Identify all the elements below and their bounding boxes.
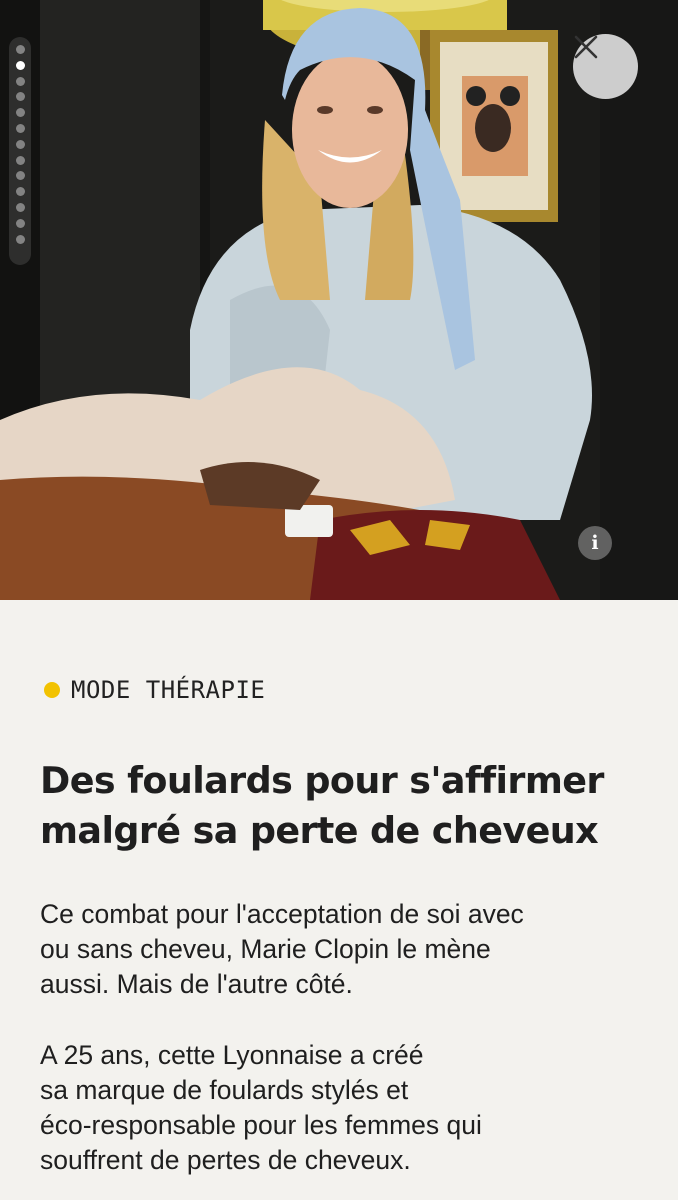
close-icon (574, 35, 598, 59)
paragraph-line: ou sans cheveu, Marie Clopin le mène (40, 934, 491, 964)
category-label: MODE THÉRAPIE (71, 676, 266, 704)
story-photo: i (0, 0, 678, 600)
paragraph-line: éco-responsable pour les femmes qui (40, 1110, 482, 1140)
category-dot (44, 682, 60, 698)
category-tag: MODE THÉRAPIE (40, 676, 265, 704)
story-progress-dot[interactable] (15, 45, 25, 54)
paragraph-line: sa marque de foulards stylés et (40, 1075, 409, 1105)
story-progress-dot[interactable] (15, 92, 25, 102)
story-progress-dot[interactable] (15, 155, 25, 165)
paragraph-line: aussi. Mais de l'autre côté. (40, 969, 353, 999)
story-progress-dot[interactable] (15, 139, 25, 149)
info-icon: i (591, 532, 599, 554)
headline-line: malgré sa perte de cheveux (40, 809, 599, 852)
paragraph-line: Ce combat pour l'acceptation de soi avec (40, 899, 524, 929)
photo-illustration (0, 0, 678, 600)
story-progress-dot[interactable] (15, 218, 25, 228)
story-progress-dot[interactable] (15, 76, 25, 86)
article-headline: Des foulards pour s'affirmer malgré sa p… (40, 756, 640, 856)
info-button[interactable]: i (578, 526, 612, 560)
story-progress-dot[interactable] (15, 234, 25, 244)
headline-line: Des foulards pour s'affirmer (40, 759, 604, 802)
story-progress-dot[interactable] (15, 60, 25, 70)
story-progress-indicator (9, 37, 31, 265)
article-paragraph: Ce combat pour l'acceptation de soi avec… (40, 897, 640, 1002)
story-progress-dot[interactable] (15, 123, 25, 133)
story-progress-dot[interactable] (15, 108, 25, 118)
paragraph-line: souffrent de pertes de cheveux. (40, 1145, 411, 1175)
story-progress-dot[interactable] (15, 187, 25, 197)
article-paragraph: A 25 ans, cette Lyonnaise a créé sa marq… (40, 1038, 640, 1178)
paragraph-line: A 25 ans, cette Lyonnaise a créé (40, 1040, 424, 1070)
story-progress-dot[interactable] (15, 202, 25, 212)
story-progress-dot[interactable] (15, 171, 25, 181)
close-button[interactable] (573, 34, 638, 99)
